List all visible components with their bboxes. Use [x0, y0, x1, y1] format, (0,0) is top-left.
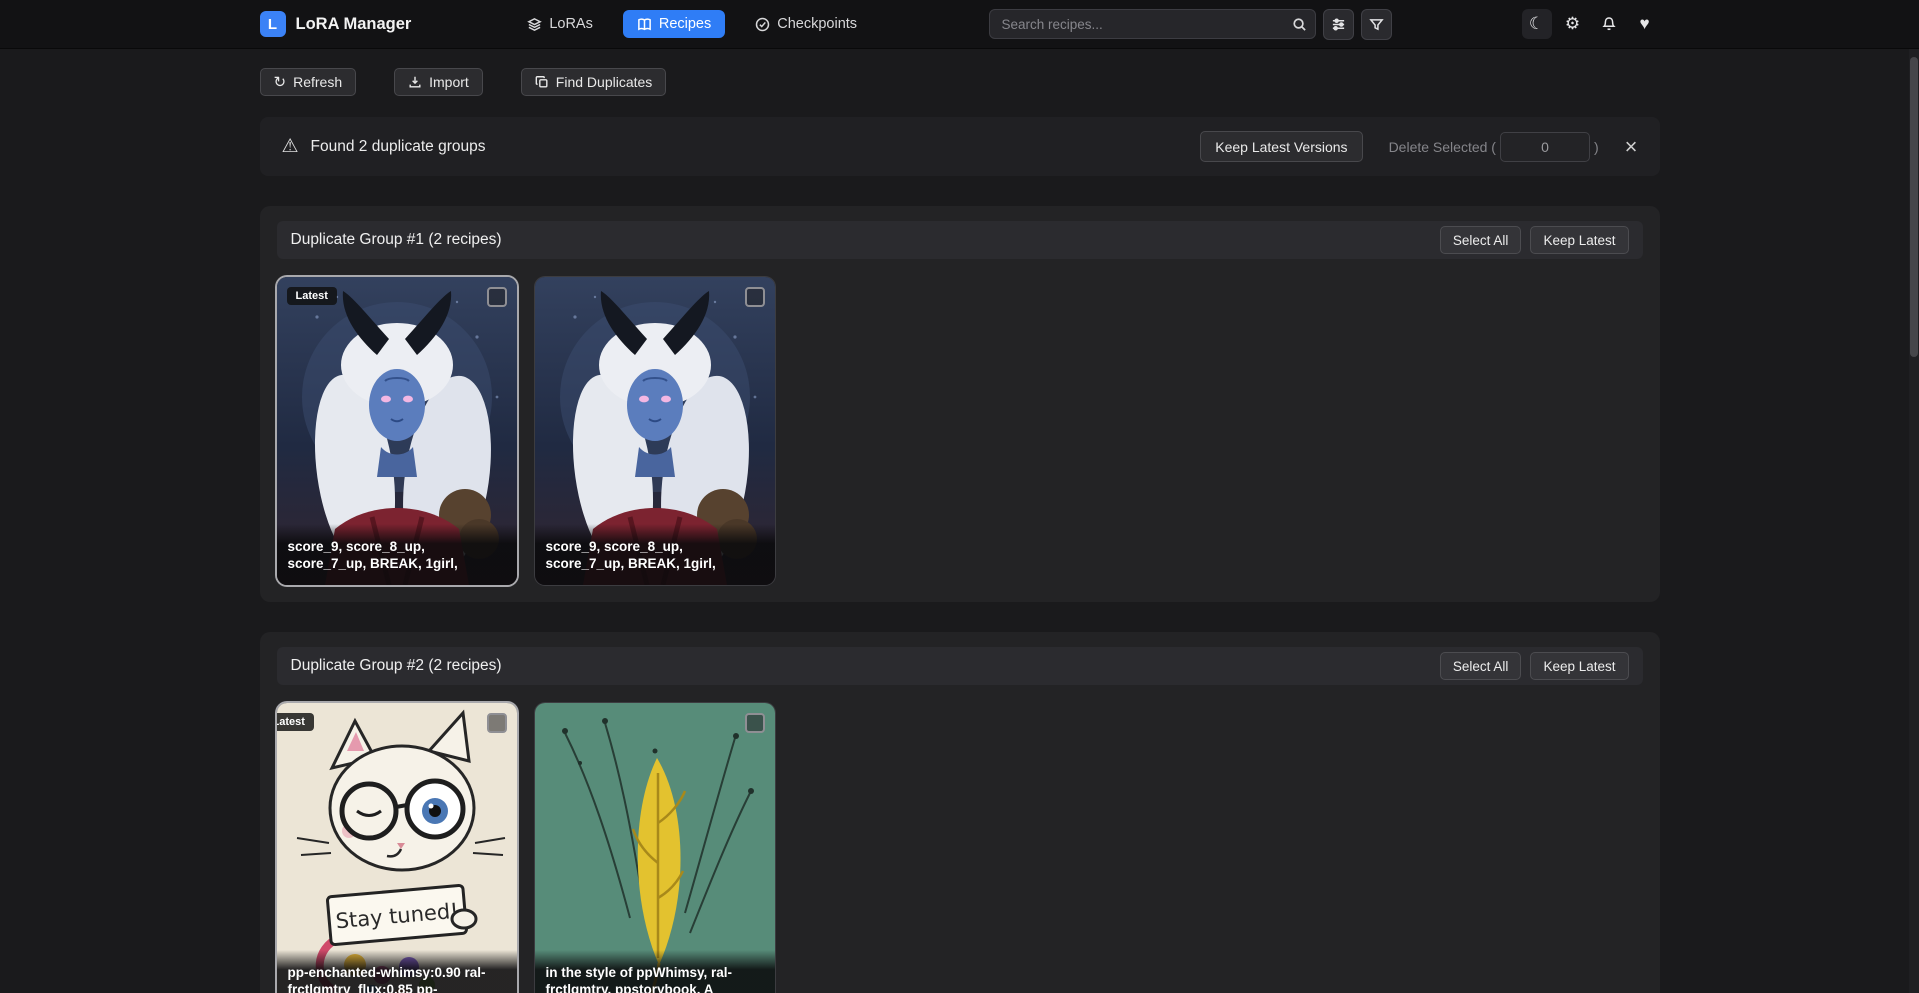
toolbar: ↻ Refresh Import Find Duplicates [260, 68, 1660, 96]
search-box [989, 9, 1316, 39]
import-icon [408, 75, 422, 89]
keep-latest-button[interactable]: Keep Latest [1530, 652, 1628, 680]
keep-latest-button[interactable]: Keep Latest [1530, 226, 1628, 254]
heart-icon: ♥ [1639, 14, 1649, 34]
delete-selected-suffix: ) [1594, 139, 1599, 155]
search-icon [1292, 17, 1307, 32]
recipe-card[interactable]: in the style of ppWhimsy, ral-frctlgmtry… [535, 703, 775, 993]
duplicate-group-panel-1: Duplicate Group #1 (2 recipes) Select Al… [260, 206, 1660, 602]
latest-badge: Latest [287, 287, 337, 305]
warning-icon: ⚠ [282, 135, 299, 158]
nav-utility-icons: ☾ ⚙ ♥ [1522, 9, 1660, 39]
select-all-button[interactable]: Select All [1440, 652, 1522, 680]
search-button[interactable] [1285, 10, 1315, 38]
banner-actions: Keep Latest Versions Delete Selected ( )… [1200, 131, 1637, 162]
notifications-button[interactable] [1594, 9, 1624, 39]
card-caption: in the style of ppWhimsy, ral-frctlgmtry… [535, 950, 775, 993]
card-checkbox[interactable] [745, 713, 765, 733]
settings-button[interactable]: ⚙ [1558, 9, 1588, 39]
tab-checkpoints[interactable]: Checkpoints [751, 10, 861, 38]
recipe-card[interactable]: Latest score_9, score_8_up, score_7_up, … [277, 277, 517, 585]
select-all-button[interactable]: Select All [1440, 226, 1522, 254]
close-icon: × [1625, 134, 1638, 159]
bell-icon [1601, 16, 1617, 32]
banner-message: Found 2 duplicate groups [311, 138, 486, 156]
group-actions: Select All Keep Latest [1440, 226, 1629, 254]
tab-recipes[interactable]: Recipes [623, 10, 725, 38]
book-icon [637, 17, 652, 32]
keep-latest-versions-button[interactable]: Keep Latest Versions [1200, 131, 1362, 162]
card-checkbox[interactable] [487, 713, 507, 733]
search-input[interactable] [1002, 17, 1285, 32]
group-title: Duplicate Group #2 (2 recipes) [291, 657, 502, 675]
tab-label: Recipes [659, 16, 711, 32]
find-duplicates-button[interactable]: Find Duplicates [521, 68, 667, 96]
scrollbar-thumb[interactable] [1910, 57, 1918, 357]
refresh-button[interactable]: ↻ Refresh [260, 68, 357, 96]
layers-icon [527, 17, 542, 32]
refresh-icon: ↻ [274, 75, 287, 90]
theme-toggle-button[interactable]: ☾ [1522, 9, 1552, 39]
sort-options-button[interactable] [1323, 9, 1354, 40]
gear-icon: ⚙ [1565, 14, 1580, 34]
card-row: Stay tuned! Latest pp-enchanted-whimsy:0… [277, 703, 1643, 993]
filter-button[interactable] [1361, 9, 1392, 40]
app-title: LoRA Manager [296, 15, 412, 34]
delete-selected-prefix: Delete Selected ( [1389, 139, 1496, 155]
card-row: Latest score_9, score_8_up, score_7_up, … [277, 277, 1643, 585]
duplicates-banner: ⚠ Found 2 duplicate groups Keep Latest V… [260, 117, 1660, 176]
sliders-icon [1331, 17, 1346, 32]
check-circle-icon [755, 17, 770, 32]
group-actions: Select All Keep Latest [1440, 652, 1629, 680]
card-checkbox[interactable] [745, 287, 765, 307]
latest-badge: Latest [277, 713, 314, 731]
favorites-button[interactable]: ♥ [1630, 9, 1660, 39]
card-caption: pp-enchanted-whimsy:0.90 ral-frctlgmtry_… [277, 950, 517, 993]
tab-label: LoRAs [549, 16, 593, 32]
card-caption: score_9, score_8_up, score_7_up, BREAK, … [277, 524, 517, 585]
tab-label: Checkpoints [777, 16, 857, 32]
tab-loras[interactable]: LoRAs [523, 10, 597, 38]
import-button[interactable]: Import [394, 68, 483, 96]
navbar: L LoRA Manager LoRAs Recipes Checkpoints [0, 0, 1919, 49]
group-title: Duplicate Group #1 (2 recipes) [291, 231, 502, 249]
duplicates-icon [535, 75, 549, 89]
nav-search-group [989, 9, 1392, 40]
card-caption: score_9, score_8_up, score_7_up, BREAK, … [535, 524, 775, 585]
app-logo-icon: L [260, 11, 286, 37]
banner-close-button[interactable]: × [1625, 136, 1638, 158]
group-header: Duplicate Group #1 (2 recipes) Select Al… [277, 221, 1643, 259]
delete-selected-count-input[interactable] [1500, 132, 1590, 162]
scrollbar[interactable] [1909, 49, 1919, 993]
funnel-icon [1369, 17, 1384, 32]
nav-tabs: LoRAs Recipes Checkpoints [523, 10, 861, 38]
duplicate-group-panel-2: Duplicate Group #2 (2 recipes) Select Al… [260, 632, 1660, 993]
delete-selected-group: Delete Selected ( ) [1389, 132, 1599, 162]
moon-icon: ☾ [1529, 14, 1544, 34]
recipe-card[interactable]: Stay tuned! Latest pp-enchanted-whimsy:0… [277, 703, 517, 993]
recipe-card[interactable]: score_9, score_8_up, score_7_up, BREAK, … [535, 277, 775, 585]
group-header: Duplicate Group #2 (2 recipes) Select Al… [277, 647, 1643, 685]
main-content: ↻ Refresh Import Find Duplicates ⚠ Found… [260, 68, 1660, 993]
brand[interactable]: L LoRA Manager [260, 11, 412, 37]
card-checkbox[interactable] [487, 287, 507, 307]
